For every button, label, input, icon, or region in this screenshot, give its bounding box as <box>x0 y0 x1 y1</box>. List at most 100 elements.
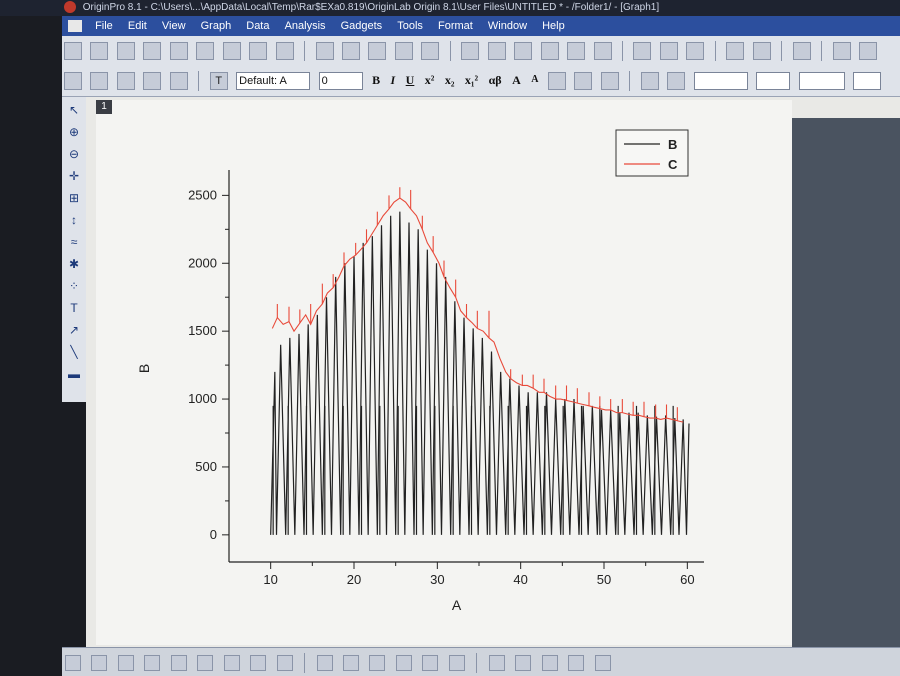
arrow-tool-icon[interactable]: ↗ <box>66 322 82 338</box>
export-icon[interactable] <box>659 42 678 60</box>
new-folder-icon[interactable] <box>90 42 109 60</box>
front-icon[interactable] <box>568 655 585 671</box>
print-icon[interactable] <box>633 42 652 60</box>
copy-page-icon[interactable] <box>686 42 705 60</box>
font-size-select[interactable]: 0 <box>318 72 363 90</box>
menu-format[interactable]: Format <box>432 16 479 36</box>
layer-tool-icon[interactable] <box>316 655 333 671</box>
font-name-select[interactable]: Default: A <box>236 72 311 90</box>
import-multiple-icon[interactable] <box>487 42 506 60</box>
new-notes-icon[interactable] <box>275 42 294 60</box>
italic-button[interactable]: I <box>391 72 396 88</box>
menu-view[interactable]: View <box>156 16 192 36</box>
graph-plot[interactable]: 0500100015002000250010 20 30 40 50 60ABBC <box>96 100 792 645</box>
new-function-icon[interactable] <box>222 42 241 60</box>
column-plot-icon[interactable] <box>144 655 161 671</box>
recalculate-icon[interactable] <box>567 42 586 60</box>
import-excel-icon[interactable] <box>540 42 559 60</box>
fill-color-icon[interactable] <box>667 72 686 90</box>
greek-button[interactable]: αβ <box>489 72 502 88</box>
line-width-select[interactable] <box>756 72 791 90</box>
color-scale-icon[interactable] <box>169 72 188 90</box>
line-style-select[interactable] <box>693 72 748 90</box>
menu-window[interactable]: Window <box>482 16 533 36</box>
zoom-in-icon[interactable]: ⊕ <box>66 124 82 140</box>
arrange-icon[interactable] <box>395 655 412 671</box>
new-project-icon[interactable] <box>64 42 82 60</box>
ungroup-icon[interactable] <box>541 655 558 671</box>
rescale-icon[interactable] <box>64 72 82 90</box>
document-icon[interactable] <box>68 20 82 32</box>
save-project-icon[interactable] <box>394 42 413 60</box>
fill-pattern-select[interactable] <box>798 72 845 90</box>
menu-tools[interactable]: Tools <box>391 16 429 36</box>
box-plot-icon[interactable] <box>197 655 214 671</box>
y-tick-label: 0 <box>210 527 217 542</box>
refresh-icon[interactable] <box>832 42 851 60</box>
decrease-font-button[interactable]: A <box>531 72 538 88</box>
pointer-icon[interactable]: ↖ <box>66 102 82 118</box>
mask-icon[interactable]: ✱ <box>66 256 82 272</box>
pattern-icon[interactable] <box>574 72 593 90</box>
template-icon[interactable] <box>250 655 267 671</box>
superscript-button[interactable]: x² <box>425 72 435 88</box>
merge-icon[interactable] <box>342 655 359 671</box>
menu-edit[interactable]: Edit <box>122 16 153 36</box>
duplicate-icon[interactable] <box>858 42 877 60</box>
menu-help[interactable]: Help <box>536 16 571 36</box>
results-log-icon[interactable] <box>752 42 771 60</box>
project-explorer-icon[interactable] <box>726 42 745 60</box>
screen-reader-icon[interactable]: ⊞ <box>66 190 82 206</box>
menu-file[interactable]: File <box>89 16 119 36</box>
data-reader-icon[interactable]: ✛ <box>66 168 82 184</box>
menu-data[interactable]: Data <box>240 16 275 36</box>
regional-selector-icon[interactable]: ⁘ <box>66 278 82 294</box>
swap-icon[interactable] <box>422 655 439 671</box>
line-tool-icon[interactable]: ╲ <box>66 344 82 360</box>
supsub-button[interactable]: x₁² <box>465 72 478 88</box>
underline-button[interactable]: U <box>406 72 415 88</box>
increase-font-button[interactable]: A <box>512 72 521 88</box>
legend-icon[interactable] <box>116 72 135 90</box>
extract-icon[interactable] <box>369 655 386 671</box>
object-edit-icon[interactable] <box>488 655 505 671</box>
line-plot-icon[interactable] <box>65 655 81 671</box>
import-single-icon[interactable] <box>461 42 480 60</box>
draw-data-icon[interactable]: ≈ <box>66 234 82 250</box>
scatter-plot-icon[interactable] <box>91 655 108 671</box>
new-graph-icon[interactable] <box>169 42 188 60</box>
new-workbook-icon[interactable] <box>116 42 135 60</box>
pattern-width-select[interactable] <box>852 72 881 90</box>
back-icon[interactable] <box>594 655 611 671</box>
menu-gadgets[interactable]: Gadgets <box>335 16 389 36</box>
3d-plot-icon[interactable] <box>276 655 293 671</box>
subscript-button[interactable]: x₂ <box>445 72 455 88</box>
timestamp-icon[interactable] <box>143 72 162 90</box>
data-selector-icon[interactable]: ↕ <box>66 212 82 228</box>
pie-icon[interactable] <box>593 42 612 60</box>
open-template-icon[interactable] <box>341 42 360 60</box>
line-symbol-plot-icon[interactable] <box>117 655 134 671</box>
font-color-icon[interactable] <box>600 72 619 90</box>
zoom-out-icon[interactable]: ⊖ <box>66 146 82 162</box>
group-icon[interactable] <box>515 655 532 671</box>
open-excel-icon[interactable] <box>368 42 387 60</box>
new-layout-icon[interactable] <box>249 42 268 60</box>
new-matrix-icon[interactable] <box>196 42 215 60</box>
text-tool-icon[interactable]: T <box>66 300 82 316</box>
menu-graph[interactable]: Graph <box>195 16 238 36</box>
align-layer-icon[interactable] <box>448 655 465 671</box>
layer-icon[interactable] <box>90 72 109 90</box>
save-template-icon[interactable] <box>421 42 440 60</box>
bold-button[interactable]: B <box>372 72 380 88</box>
align-icon[interactable] <box>547 72 566 90</box>
menu-analysis[interactable]: Analysis <box>279 16 332 36</box>
open-icon[interactable] <box>315 42 334 60</box>
pie-plot-icon[interactable] <box>170 655 187 671</box>
rectangle-tool-icon[interactable]: ▬ <box>66 366 82 382</box>
contour-plot-icon[interactable] <box>223 655 240 671</box>
line-color-icon[interactable] <box>640 72 659 90</box>
import-wizard-icon[interactable] <box>514 42 533 60</box>
new-excel-icon[interactable] <box>143 42 162 60</box>
code-builder-icon[interactable] <box>792 42 811 60</box>
